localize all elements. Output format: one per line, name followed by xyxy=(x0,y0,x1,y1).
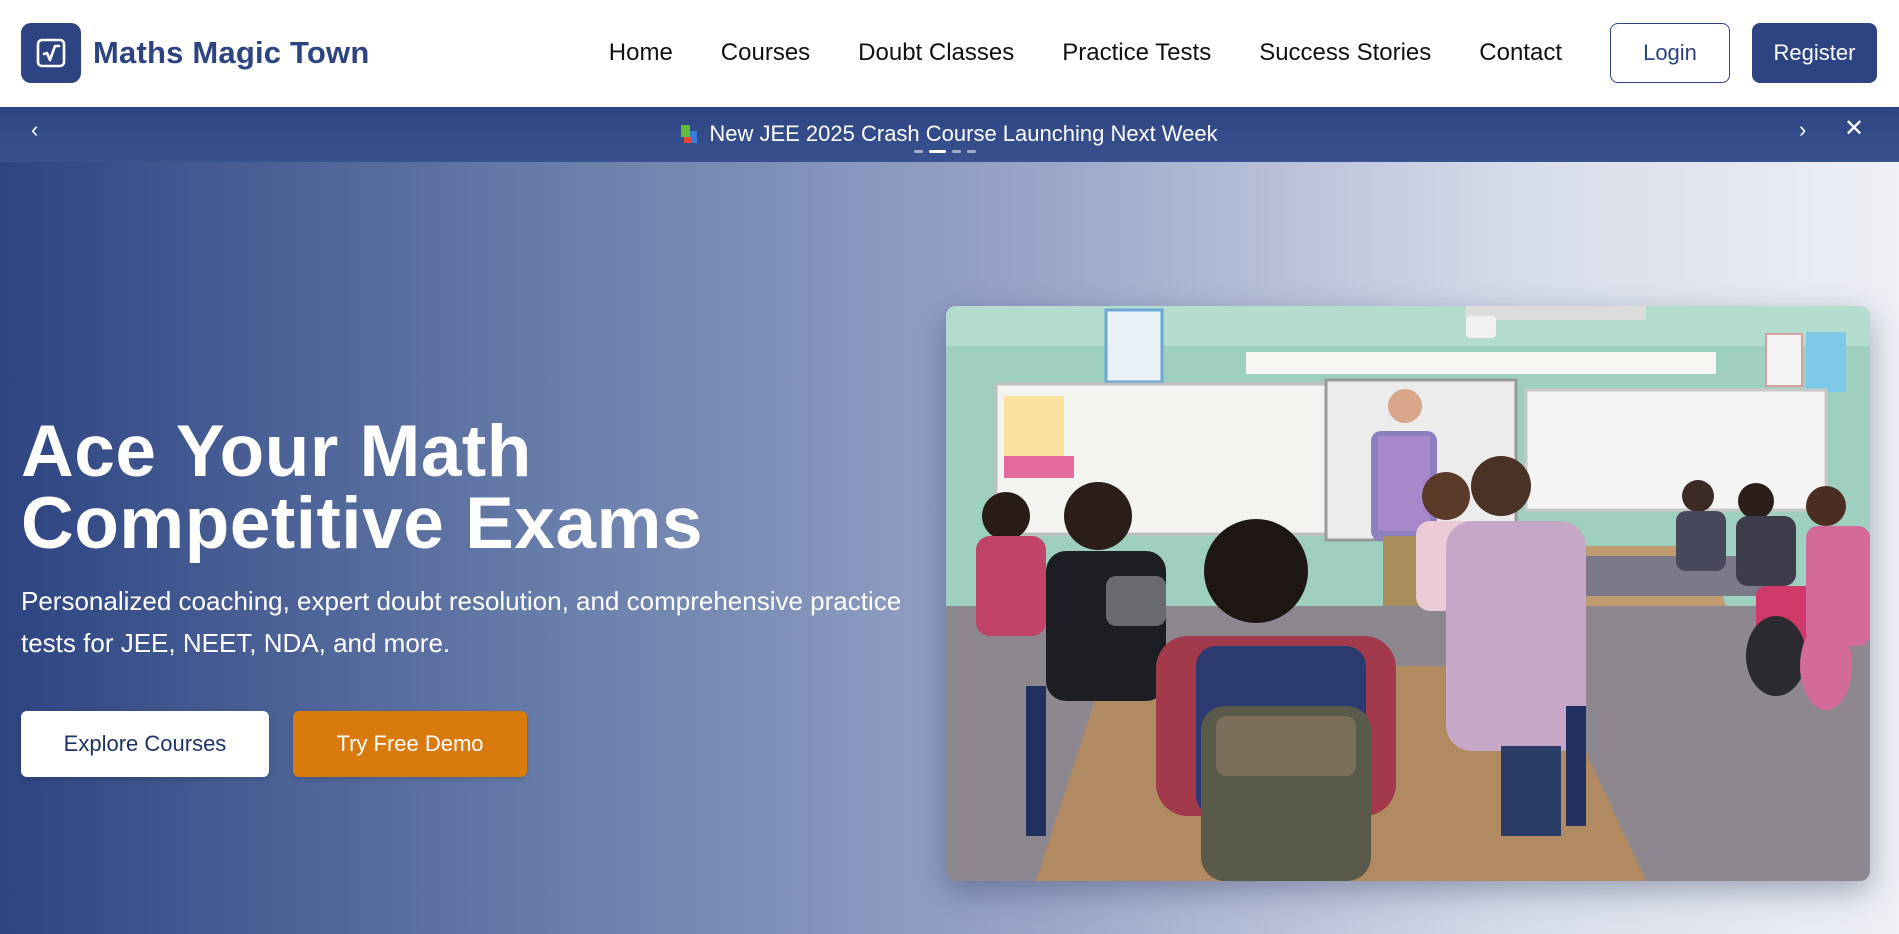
nav-doubt-classes[interactable]: Doubt Classes xyxy=(858,41,1014,65)
login-button[interactable]: Login xyxy=(1610,23,1730,83)
hero-headline-line2: Competitive Exams xyxy=(21,483,703,564)
nav-contact[interactable]: Contact xyxy=(1479,41,1562,65)
nav-practice-tests[interactable]: Practice Tests xyxy=(1062,41,1211,65)
explore-courses-button[interactable]: Explore Courses xyxy=(21,711,269,777)
classroom-photo xyxy=(946,306,1870,881)
announcement-text: New JEE 2025 Crash Course Launching Next… xyxy=(709,121,1218,146)
carousel-dot[interactable] xyxy=(914,150,923,153)
announcement-content: New JEE 2025 Crash Course Launching Next… xyxy=(0,121,1899,147)
hero-headline-line1: Ace Your Math xyxy=(21,411,532,492)
announcement-bar: ‹ New JEE 2025 Crash Course Launching Ne… xyxy=(0,107,1899,162)
carousel-dot[interactable] xyxy=(952,150,961,153)
nav-courses[interactable]: Courses xyxy=(721,41,810,65)
nav-home[interactable]: Home xyxy=(609,41,673,65)
close-icon[interactable]: ✕ xyxy=(1844,117,1864,141)
books-icon xyxy=(681,125,699,143)
square-root-icon xyxy=(21,23,81,83)
try-free-demo-button[interactable]: Try Free Demo xyxy=(293,711,527,777)
carousel-dot[interactable] xyxy=(967,150,976,153)
register-button[interactable]: Register xyxy=(1752,23,1877,83)
brand-name: Maths Magic Town xyxy=(93,35,370,70)
hero-headline: Ace Your Math Competitive Exams xyxy=(21,415,703,560)
hero-subheadline: Personalized coaching, expert doubt reso… xyxy=(21,586,902,658)
carousel-dot-active[interactable] xyxy=(929,150,946,153)
hero-section: Ace Your Math Competitive Exams Personal… xyxy=(0,162,1899,934)
nav-success-stories[interactable]: Success Stories xyxy=(1259,41,1431,65)
brand[interactable]: Maths Magic Town xyxy=(21,23,369,83)
site-header: Maths Magic Town Home Courses Doubt Clas… xyxy=(0,0,1899,106)
chevron-right-icon[interactable]: › xyxy=(1799,119,1806,141)
main-nav: Home Courses Doubt Classes Practice Test… xyxy=(609,41,1562,65)
carousel-dots xyxy=(914,150,976,153)
